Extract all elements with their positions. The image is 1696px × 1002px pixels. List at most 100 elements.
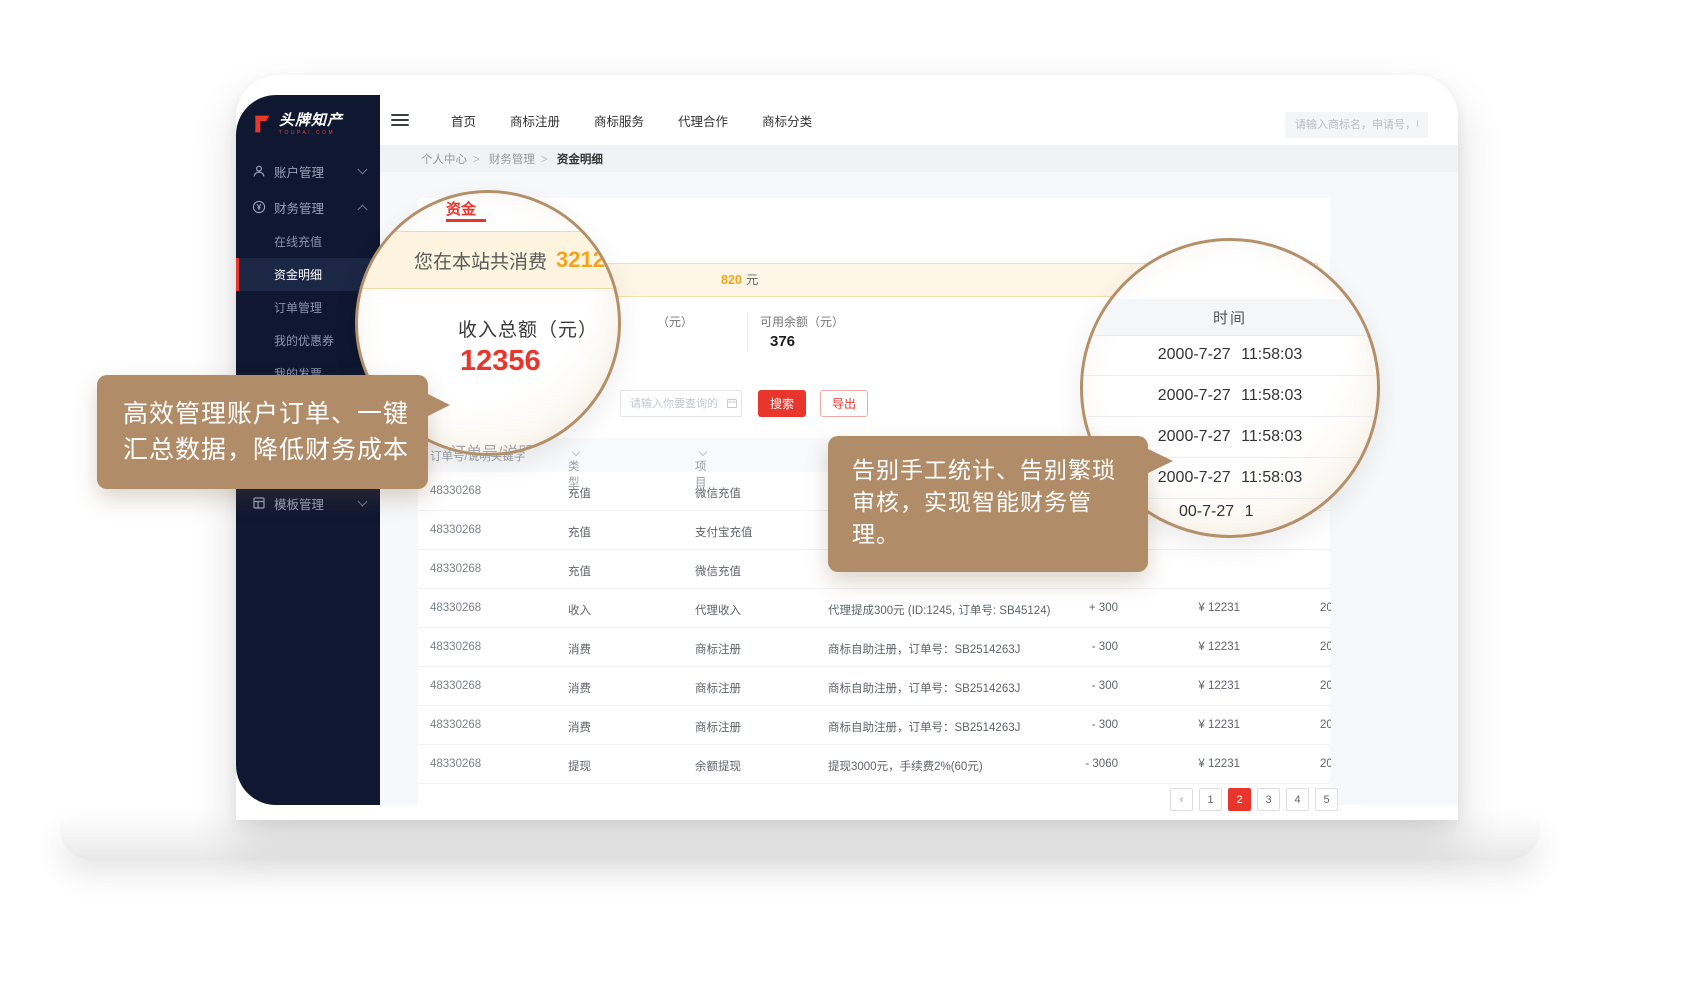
cell-project: 代理收入	[695, 602, 741, 618]
finance-icon	[252, 200, 266, 214]
cell-amount: - 300	[1018, 719, 1118, 731]
cell-project: 微信充值	[695, 485, 741, 501]
sidebar-item-account[interactable]: 账户管理	[236, 153, 380, 189]
sidebar-item-label: 财务管理	[274, 198, 351, 217]
brand-logo[interactable]: 头牌知产 TOUPAI.COM	[236, 95, 380, 153]
cell-time-clipped: 2000-7-27 11:58:03	[1320, 680, 1331, 692]
top-nav-link[interactable]: 首页	[451, 111, 476, 130]
cell-amount: - 300	[1018, 680, 1118, 692]
sort-caret-icon	[699, 448, 707, 456]
lens-partial-time: 00-7-27 1	[1179, 503, 1254, 521]
cell-type: 收入	[568, 602, 591, 618]
callout-right-line1: 告别手工统计、告别繁琐	[852, 454, 1148, 486]
cell-order-no: 48330268	[430, 563, 481, 575]
cell-order-no: 48330268	[430, 758, 481, 770]
table-row: 48330268 消费 商标注册 商标自助注册，订单号：SB2514263J -…	[418, 706, 1330, 745]
callout-left-line2: 汇总数据，降低财务成本	[123, 432, 428, 468]
cell-amount: - 300	[1018, 641, 1118, 653]
top-nav-link[interactable]: 商标注册	[510, 111, 560, 130]
cell-type: 消费	[568, 719, 591, 735]
cell-balance: ¥ 12231	[1140, 641, 1240, 653]
chevron-down-icon	[358, 497, 368, 507]
table-row: 48330268 提现 余额提现 提现3000元，手续费2%(60元) - 30…	[418, 745, 1330, 784]
cell-project: 商标注册	[695, 641, 741, 657]
cell-project: 支付宝充值	[695, 524, 753, 540]
cell-balance: ¥ 12231	[1140, 719, 1240, 731]
pagination-prev-button[interactable]: ‹	[1170, 788, 1193, 811]
cell-balance: ¥ 12231	[1140, 602, 1240, 614]
top-nav-link[interactable]: 商标分类	[762, 111, 812, 130]
cell-order-no: 48330268	[430, 641, 481, 653]
lens-banner: 您在本站共消费 32124	[358, 231, 618, 289]
cell-balance: ¥ 12231	[1140, 758, 1240, 770]
callout-right-line2: 审核，实现智能财务管	[852, 486, 1148, 518]
search-button[interactable]: 搜索	[758, 390, 806, 417]
header-type[interactable]: 类型	[568, 448, 579, 460]
top-nav-links: 首页 商标注册 商标服务 代理合作 商标分类	[451, 111, 812, 130]
top-nav-link[interactable]: 代理合作	[678, 111, 728, 130]
lens-time-value: 2000-7-27 11:58:03	[1083, 335, 1377, 376]
callout-right-line3: 理。	[852, 518, 1148, 550]
active-indicator	[236, 258, 239, 291]
pagination-page-button[interactable]: 1	[1199, 788, 1222, 811]
header-project[interactable]: 项目	[695, 448, 706, 460]
sidebar-subitem-label: 订单管理	[274, 299, 322, 316]
callout-left: 高效管理账户订单、一键 汇总数据，降低财务成本	[97, 375, 428, 489]
pagination-page-button[interactable]: 5	[1315, 788, 1338, 811]
cell-order-no: 48330268	[430, 524, 481, 536]
lens-tab-fragment: 资金	[446, 198, 476, 219]
breadcrumb-item[interactable]: 个人中心	[421, 151, 467, 167]
sidebar-item-label: 模板管理	[274, 494, 351, 513]
breadcrumb-item[interactable]: 资金明细	[535, 151, 603, 167]
page: 头牌知产 TOUPAI.COM 账户管理 财务管理	[0, 0, 1696, 1002]
cell-type: 消费	[568, 641, 591, 657]
export-button[interactable]: 导出	[820, 390, 868, 417]
callout-tail-icon	[426, 393, 450, 417]
laptop-base	[60, 820, 1540, 860]
cell-type: 充值	[568, 563, 591, 579]
top-navbar: 首页 商标注册 商标服务 代理合作 商标分类	[380, 95, 1458, 145]
sidebar-item-finance[interactable]: 财务管理	[236, 189, 380, 225]
pagination-page-button[interactable]: 4	[1286, 788, 1309, 811]
available-balance-value: 376	[770, 333, 795, 350]
lens-tab-underline	[446, 219, 486, 222]
brand-name: 头牌知产	[279, 113, 343, 128]
cell-order-no: 48330268	[430, 602, 481, 614]
date-query-input[interactable]	[620, 390, 742, 417]
cell-order-no: 48330268	[430, 719, 481, 731]
sort-caret-icon	[572, 448, 580, 456]
trademark-search-input[interactable]	[1285, 112, 1428, 138]
cell-project: 微信充值	[695, 563, 741, 579]
lens-time-value: 2000-7-27 11:58:03	[1083, 376, 1377, 417]
available-balance-label: 可用余额（元）	[760, 313, 844, 330]
user-icon	[252, 164, 266, 178]
cell-order-no: 48330268	[430, 680, 481, 692]
breadcrumb-item[interactable]: 财务管理	[467, 151, 535, 167]
chevron-down-icon	[358, 165, 368, 175]
pagination-page-button[interactable]: 3	[1257, 788, 1280, 811]
hamburger-icon[interactable]	[391, 111, 409, 129]
cell-amount: + 300	[1018, 602, 1118, 614]
sidebar-item-label: 账户管理	[274, 162, 351, 181]
cell-type: 消费	[568, 680, 591, 696]
sidebar-subitem-label: 在线充值	[274, 233, 322, 250]
cell-time-clipped: 2000-7-27 11:58:03	[1320, 602, 1331, 614]
template-icon	[252, 496, 266, 510]
banner-suffix-unit: 元	[746, 273, 759, 287]
cell-time-clipped: 2000-7-27 11:58:03	[1320, 641, 1331, 653]
cell-project: 商标注册	[695, 719, 741, 735]
callout-right: 告别手工统计、告别繁琐 审核，实现智能财务管 理。	[828, 436, 1148, 572]
sidebar-subitem-label: 资金明细	[274, 266, 322, 283]
cell-time-clipped: 2000-7-27 11:58:03	[1320, 758, 1331, 770]
banner-suffix: 820元	[721, 264, 758, 296]
pagination-page-button[interactable]: 2	[1228, 788, 1251, 811]
brand-flag-icon	[252, 114, 272, 134]
sidebar-item-template[interactable]: 模板管理	[236, 485, 380, 521]
table-row: 48330268 消费 商标注册 商标自助注册，订单号：SB2514263J -…	[418, 628, 1330, 667]
table-row: 48330268 收入 代理收入 代理提成300元 (ID:1245, 订单号:…	[418, 589, 1330, 628]
lens-income-value: 12356	[460, 345, 541, 378]
cell-type: 充值	[568, 524, 591, 540]
lens-income-label: 收入总额（元）	[458, 315, 598, 342]
cell-order-no: 48330268	[430, 485, 481, 497]
top-nav-link[interactable]: 商标服务	[594, 111, 644, 130]
